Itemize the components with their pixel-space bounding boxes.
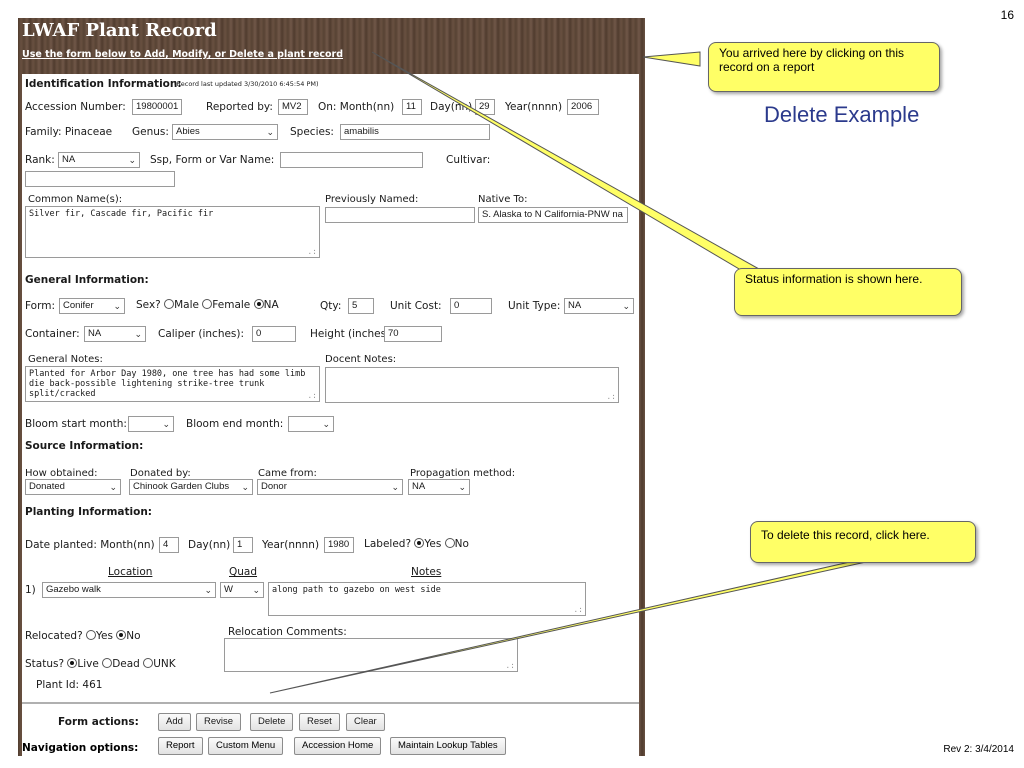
- callout-delete: To delete this record, click here.: [750, 521, 976, 563]
- delete-pointer: [269, 553, 886, 694]
- revision-note: Rev 2: 3/4/2014: [943, 744, 1014, 755]
- slide-title: Delete Example: [764, 102, 920, 127]
- callout-arrived: You arrived here by clicking on this rec…: [708, 42, 940, 92]
- arrived-pointer: [642, 51, 701, 67]
- callout-status: Status information is shown here.: [734, 268, 962, 316]
